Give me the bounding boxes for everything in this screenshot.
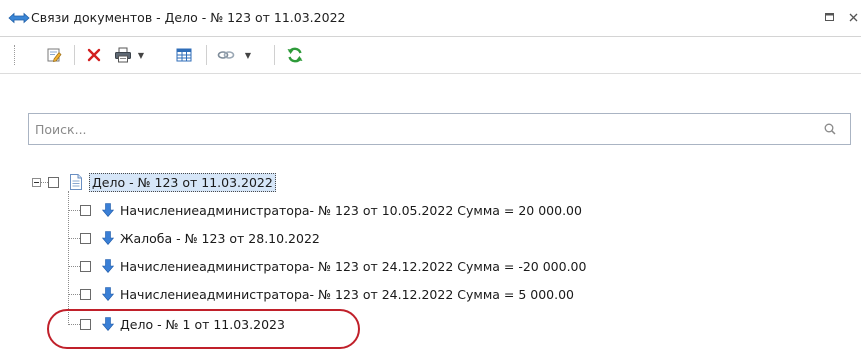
window-title: Связи документов - Дело - № 123 от 11.03… bbox=[31, 10, 346, 25]
link-arrows-icon bbox=[8, 12, 30, 24]
node-checkbox[interactable] bbox=[80, 318, 91, 330]
toolbar-grip[interactable] bbox=[14, 45, 17, 65]
title-bar: Связи документов - Дело - № 123 от 11.03… bbox=[0, 0, 861, 37]
tree-node-child[interactable]: Начислениеадминистратора- № 123 от 24.12… bbox=[80, 255, 586, 277]
search-box bbox=[28, 113, 851, 145]
close-icon[interactable] bbox=[845, 9, 861, 25]
delete-button[interactable] bbox=[84, 43, 104, 67]
chevron-down-icon[interactable]: ▼ bbox=[245, 51, 251, 60]
edit-button[interactable] bbox=[44, 43, 64, 67]
arrow-down-icon bbox=[102, 231, 114, 245]
collapse-toggle[interactable] bbox=[32, 178, 41, 187]
search-icon[interactable] bbox=[824, 123, 836, 135]
tree-node-child[interactable]: Дело - № 1 от 11.03.2023 bbox=[80, 313, 285, 335]
document-icon bbox=[70, 174, 82, 190]
tree-line bbox=[68, 294, 80, 295]
restore-icon[interactable] bbox=[821, 9, 837, 25]
tree-node-child[interactable]: Начислениеадминистратора- № 123 от 24.12… bbox=[80, 283, 574, 305]
tree-node-label: Дело - № 123 от 11.03.2022 bbox=[89, 172, 276, 192]
tree-node-child[interactable]: Начислениеадминистратора- № 123 от 10.05… bbox=[80, 199, 582, 221]
delete-icon bbox=[87, 48, 101, 62]
arrow-down-icon bbox=[102, 287, 114, 301]
tree-node-root[interactable]: Дело - № 123 от 11.03.2022 bbox=[48, 171, 276, 193]
tree-node-label: Дело - № 1 от 11.03.2023 bbox=[120, 316, 285, 332]
tree-line bbox=[68, 210, 80, 211]
node-checkbox[interactable] bbox=[80, 232, 91, 244]
arrow-down-icon bbox=[102, 317, 114, 331]
print-icon bbox=[114, 47, 131, 63]
tree-node-child[interactable]: Жалоба - № 123 от 28.10.2022 bbox=[80, 227, 320, 249]
node-checkbox[interactable] bbox=[80, 260, 91, 272]
node-checkbox[interactable] bbox=[80, 288, 91, 300]
link-settings-button[interactable]: ▼ bbox=[216, 43, 252, 67]
toolbar-separator bbox=[206, 45, 207, 65]
table-view-button[interactable] bbox=[174, 43, 194, 67]
tree-line bbox=[68, 324, 80, 325]
chevron-down-icon[interactable]: ▼ bbox=[138, 51, 144, 60]
tree-line bbox=[68, 191, 69, 325]
tree-line bbox=[68, 238, 80, 239]
arrow-down-icon bbox=[102, 259, 114, 273]
toolbar: ▼ ▼ bbox=[0, 37, 861, 74]
tree-line bbox=[68, 266, 80, 267]
document-links-window: Связи документов - Дело - № 123 от 11.03… bbox=[0, 0, 861, 361]
link-settings-icon bbox=[217, 51, 235, 59]
tree-line bbox=[41, 182, 48, 183]
tree-node-label: Жалоба - № 123 от 28.10.2022 bbox=[120, 230, 320, 246]
node-checkbox[interactable] bbox=[48, 176, 59, 188]
tree-node-label: Начислениеадминистратора- № 123 от 10.05… bbox=[120, 202, 582, 218]
refresh-button[interactable] bbox=[284, 43, 306, 67]
print-button[interactable]: ▼ bbox=[112, 43, 146, 67]
refresh-icon bbox=[287, 47, 303, 63]
search-input[interactable] bbox=[29, 114, 815, 144]
edit-document-icon bbox=[47, 48, 62, 62]
table-view-icon bbox=[176, 48, 192, 62]
toolbar-separator bbox=[274, 45, 275, 65]
node-checkbox[interactable] bbox=[80, 204, 91, 216]
tree-node-label: Начислениеадминистратора- № 123 от 24.12… bbox=[120, 286, 574, 302]
toolbar-separator bbox=[74, 45, 75, 65]
tree-node-label: Начислениеадминистратора- № 123 от 24.12… bbox=[120, 258, 587, 274]
arrow-down-icon bbox=[102, 203, 114, 217]
